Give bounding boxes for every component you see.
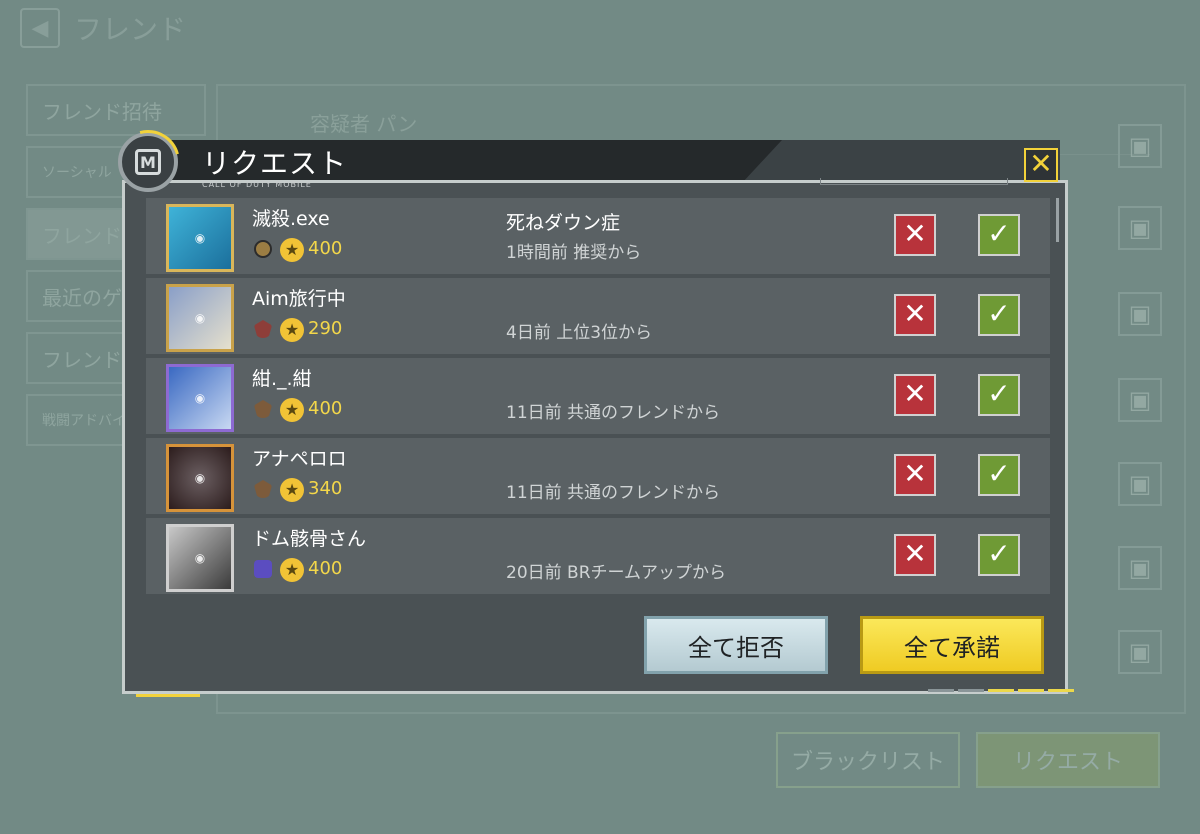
avatar-image: ◉ xyxy=(194,471,206,485)
accept-button[interactable]: ✓ xyxy=(978,454,1020,496)
request-source: 20日前 BRチームアップから xyxy=(506,563,726,583)
avatar-image: ◉ xyxy=(194,551,206,565)
reject-button[interactable]: ✕ xyxy=(894,294,936,336)
accept-button[interactable]: ✓ xyxy=(978,374,1020,416)
rank-icon xyxy=(254,480,272,498)
gift-icon[interactable]: ▣ xyxy=(1118,462,1162,506)
player-name: 滅殺.exe xyxy=(252,208,330,230)
reject-button[interactable]: ✕ xyxy=(894,454,936,496)
reject-button[interactable]: ✕ xyxy=(894,374,936,416)
reject-all-button[interactable]: 全て拒否 xyxy=(644,616,828,674)
player-points: 400 xyxy=(308,558,343,579)
player-points: 340 xyxy=(308,478,343,499)
player-name: ドム骸骨さん xyxy=(252,528,367,550)
gift-icon[interactable]: ▣ xyxy=(1118,546,1162,590)
player-avatar[interactable]: ◉ xyxy=(166,524,234,592)
player-avatar[interactable]: ◉ xyxy=(166,444,234,512)
gift-icon[interactable]: ▣ xyxy=(1118,206,1162,250)
player-avatar[interactable]: ◉ xyxy=(166,284,234,352)
request-row: ◉ 紺._.紺 ★ 400 11日前 共通のフレンドから ✕ ✓ xyxy=(146,358,1050,434)
blacklist-button[interactable]: ブラックリスト xyxy=(776,732,960,788)
accept-button[interactable]: ✓ xyxy=(978,294,1020,336)
accept-all-button[interactable]: 全て承諾 xyxy=(860,616,1044,674)
back-arrow-icon[interactable]: ◀ xyxy=(20,8,60,48)
sidebar-item-friend-invite[interactable]: フレンド招待 xyxy=(26,84,206,136)
request-source: 4日前 上位3位から xyxy=(506,323,653,343)
player-avatar[interactable]: ◉ xyxy=(166,204,234,272)
star-icon: ★ xyxy=(280,318,304,342)
page-indicator xyxy=(928,689,1074,692)
rank-icon xyxy=(254,320,272,338)
background-friend-name: 容疑者 パン xyxy=(310,112,418,136)
request-row: ◉ 滅殺.exe ★ 400 死ねダウン症 1時間前 推奨から ✕ ✓ xyxy=(146,198,1050,274)
request-source: 11日前 共通のフレンドから xyxy=(506,483,721,503)
modal-subtitle: CALL OF DUTY MOBILE xyxy=(202,180,312,189)
player-name: 紺._.紺 xyxy=(252,368,312,390)
player-name: アナペロロ xyxy=(252,448,347,470)
player-points: 400 xyxy=(308,398,343,419)
page-dot xyxy=(928,689,954,692)
gift-icon[interactable]: ▣ xyxy=(1118,124,1162,168)
avatar-image: ◉ xyxy=(194,231,206,245)
request-source: 1時間前 推奨から xyxy=(506,243,642,263)
page-dot xyxy=(1048,689,1074,692)
accept-button[interactable]: ✓ xyxy=(978,534,1020,576)
star-icon: ★ xyxy=(280,558,304,582)
player-name: Aim旅行中 xyxy=(252,288,346,310)
close-icon[interactable]: ✕ xyxy=(1024,148,1058,182)
request-modal: M リクエスト CALL OF DUTY MOBILE ✕ ◉ 滅殺.exe ★… xyxy=(104,118,1074,697)
star-icon: ★ xyxy=(280,478,304,502)
page-dot xyxy=(988,689,1014,692)
reject-button[interactable]: ✕ xyxy=(894,214,936,256)
request-message: 死ねダウン症 xyxy=(506,212,621,234)
rank-icon xyxy=(254,560,272,578)
rank-icon xyxy=(254,240,272,258)
background-header: ◀ フレンド xyxy=(20,8,186,48)
player-points: 290 xyxy=(308,318,343,339)
request-row: ◉ アナペロロ ★ 340 11日前 共通のフレンドから ✕ ✓ xyxy=(146,438,1050,514)
avatar-image: ◉ xyxy=(194,311,206,325)
frame-accent xyxy=(136,694,200,697)
star-icon: ★ xyxy=(280,398,304,422)
cod-logo-icon: M xyxy=(104,118,192,206)
gift-icon[interactable]: ▣ xyxy=(1118,630,1162,674)
request-list: ◉ 滅殺.exe ★ 400 死ねダウン症 1時間前 推奨から ✕ ✓ ◉ Ai… xyxy=(146,198,1050,602)
gift-icon[interactable]: ▣ xyxy=(1118,378,1162,422)
header-slider-decoration xyxy=(820,178,1008,185)
page-dot xyxy=(958,689,984,692)
background-title: フレンド xyxy=(74,13,187,46)
request-row: ◉ Aim旅行中 ★ 290 4日前 上位3位から ✕ ✓ xyxy=(146,278,1050,354)
reject-button[interactable]: ✕ xyxy=(894,534,936,576)
list-scrollbar[interactable] xyxy=(1056,198,1059,242)
request-row: ◉ ドム骸骨さん ★ 400 20日前 BRチームアップから ✕ ✓ xyxy=(146,518,1050,594)
player-points: 400 xyxy=(308,238,343,259)
star-icon: ★ xyxy=(280,238,304,262)
accept-button[interactable]: ✓ xyxy=(978,214,1020,256)
page-dot xyxy=(1018,689,1044,692)
request-button[interactable]: リクエスト xyxy=(976,732,1160,788)
request-source: 11日前 共通のフレンドから xyxy=(506,403,721,423)
player-avatar[interactable]: ◉ xyxy=(166,364,234,432)
avatar-image: ◉ xyxy=(194,391,206,405)
modal-title: リクエスト xyxy=(202,147,348,180)
gift-icon[interactable]: ▣ xyxy=(1118,292,1162,336)
rank-icon xyxy=(254,400,272,418)
